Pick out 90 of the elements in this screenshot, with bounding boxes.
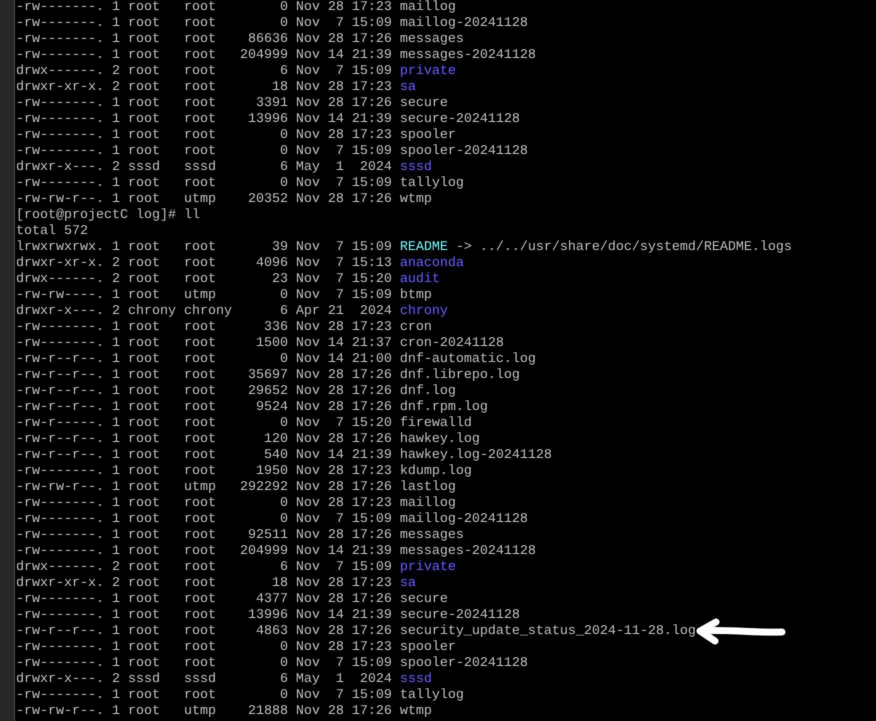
directory-name: audit: [400, 272, 440, 288]
file-metadata: -rw-r--r--. 1 root root 35697 Nov 28 17:26: [16, 368, 392, 384]
file-name: btmp: [400, 288, 432, 304]
file-metadata: -rw-------. 1 root root 336 Nov 28 17:23: [16, 320, 392, 336]
file-metadata: -rw-------. 1 root root 0 Nov 28 17:23: [16, 496, 392, 512]
directory-name: sa: [400, 576, 416, 592]
file-metadata: drwx------. 2 root root 23 Nov 7 15:20: [16, 272, 392, 288]
file-metadata: -rw-r-----. 1 root root 0 Nov 7 15:20: [16, 416, 392, 432]
file-name: hawkey.log: [400, 432, 480, 448]
file-metadata: -rw-------. 1 root root 3391 Nov 28 17:26: [16, 96, 392, 112]
file-name: secure: [400, 592, 448, 608]
file-metadata: -rw-------. 1 root root 204999 Nov 14 21:39: [16, 544, 392, 560]
file-name: maillog: [400, 0, 456, 16]
file-name: kdump.log: [400, 464, 472, 480]
file-metadata: drwx------. 2 root root 6 Nov 7 15:09: [16, 64, 392, 80]
file-metadata: -rw-r--r--. 1 root root 29652 Nov 28 17:26: [16, 384, 392, 400]
file-metadata: -rw-------. 1 root root 13996 Nov 14 21:39: [16, 112, 392, 128]
file-metadata: -rw-------. 1 root root 0 Nov 7 15:09: [16, 512, 392, 528]
file-metadata: -rw-------. 1 root root 4377 Nov 28 17:26: [16, 592, 392, 608]
directory-name: chrony: [400, 304, 448, 320]
file-name: cron-20241128: [400, 336, 504, 352]
file-name: security_update_status_2024-11-28.log: [400, 624, 696, 640]
directory-name: sa: [400, 80, 416, 96]
file-name: dnf.rpm.log: [400, 400, 488, 416]
file-metadata: -rw-rw----. 1 root utmp 0 Nov 7 15:09: [16, 288, 392, 304]
file-metadata: -rw-rw-r--. 1 root utmp 292292 Nov 28 17:26: [16, 480, 392, 496]
file-metadata: -rw-------. 1 root root 0 Nov 28 17:23: [16, 128, 392, 144]
file-metadata: -rw-------. 1 root root 0 Nov 7 15:09: [16, 688, 392, 704]
directory-name: sssd: [400, 160, 432, 176]
file-metadata: -rw-------. 1 root root 0 Nov 7 15:09: [16, 176, 392, 192]
file-name: spooler: [400, 640, 456, 656]
file-name: maillog-20241128: [400, 512, 528, 528]
file-metadata: drwxr-x---. 2 sssd sssd 6 May 1 2024: [16, 672, 392, 688]
directory-name: sssd: [400, 672, 432, 688]
command-text: ll: [184, 208, 200, 224]
file-metadata: -rw-r--r--. 1 root root 540 Nov 14 21:39: [16, 448, 392, 464]
file-name: secure-20241128: [400, 112, 520, 128]
shell-prompt: [root@projectC log]#: [16, 208, 176, 224]
file-name: firewalld: [400, 416, 472, 432]
file-metadata: -rw-rw-r--. 1 root utmp 20352 Nov 28 17:26: [16, 192, 392, 208]
file-name: dnf-automatic.log: [400, 352, 536, 368]
file-metadata: -rw-------. 1 root root 1500 Nov 14 21:37: [16, 336, 392, 352]
file-name: messages-20241128: [400, 48, 536, 64]
file-metadata: drwx------. 2 root root 6 Nov 7 15:09: [16, 560, 392, 576]
output-text: total 572: [16, 224, 88, 240]
file-metadata: drwxr-xr-x. 2 root root 18 Nov 28 17:23: [16, 576, 392, 592]
file-name: lastlog: [400, 480, 456, 496]
file-name: tallylog: [400, 688, 464, 704]
file-name: secure: [400, 96, 448, 112]
directory-name: private: [400, 64, 456, 80]
file-name: wtmp: [400, 704, 432, 720]
symlink-name: README: [400, 240, 448, 256]
file-metadata: -rw-------. 1 root root 0 Nov 7 15:09: [16, 656, 392, 672]
file-name: maillog-20241128: [400, 16, 528, 32]
file-metadata: drwxr-x---. 2 chrony chrony 6 Apr 21 2024: [16, 304, 392, 320]
file-name: spooler-20241128: [400, 144, 528, 160]
file-name: messages-20241128: [400, 544, 536, 560]
file-name: wtmp: [400, 192, 432, 208]
file-metadata: -rw-------. 1 root root 0 Nov 7 15:09: [16, 144, 392, 160]
file-metadata: -rw-r--r--. 1 root root 0 Nov 14 21:00: [16, 352, 392, 368]
file-metadata: -rw-r--r--. 1 root root 120 Nov 28 17:26: [16, 432, 392, 448]
file-metadata: -rw-r--r--. 1 root root 4863 Nov 28 17:26: [16, 624, 392, 640]
file-metadata: -rw-------. 1 root root 0 Nov 7 15:09: [16, 16, 392, 32]
file-metadata: drwxr-xr-x. 2 root root 4096 Nov 7 15:13: [16, 256, 392, 272]
file-metadata: -rw-------. 1 root root 0 Nov 28 17:23: [16, 640, 392, 656]
file-name: messages: [400, 528, 464, 544]
file-name: spooler: [400, 128, 456, 144]
file-metadata: -rw-rw-r--. 1 root utmp 21888 Nov 28 17:26: [16, 704, 392, 720]
file-name: maillog: [400, 496, 456, 512]
file-metadata: lrwxrwxrwx. 1 root root 39 Nov 7 15:09: [16, 240, 392, 256]
file-metadata: -rw-------. 1 root root 13996 Nov 14 21:39: [16, 608, 392, 624]
file-name: secure-20241128: [400, 608, 520, 624]
directory-name: private: [400, 560, 456, 576]
file-metadata: drwxr-x---. 2 sssd sssd 6 May 1 2024: [16, 160, 392, 176]
file-metadata: -rw-------. 1 root root 204999 Nov 14 21:39: [16, 48, 392, 64]
file-name: messages: [400, 32, 464, 48]
directory-name: anaconda: [400, 256, 464, 272]
file-name: tallylog: [400, 176, 464, 192]
file-name: hawkey.log-20241128: [400, 448, 552, 464]
file-name: spooler-20241128: [400, 656, 528, 672]
file-metadata: -rw-------. 1 root root 0 Nov 28 17:23: [16, 0, 392, 16]
file-metadata: -rw-r--r--. 1 root root 9524 Nov 28 17:26: [16, 400, 392, 416]
symlink-target: -> ../../usr/share/doc/systemd/README.logs: [456, 240, 792, 256]
file-metadata: -rw-------. 1 root root 1950 Nov 28 17:23: [16, 464, 392, 480]
file-metadata: -rw-------. 1 root root 92511 Nov 28 17:26: [16, 528, 392, 544]
file-name: cron: [400, 320, 432, 336]
file-metadata: drwxr-xr-x. 2 root root 18 Nov 28 17:23: [16, 80, 392, 96]
file-name: dnf.log: [400, 384, 456, 400]
file-name: dnf.librepo.log: [400, 368, 520, 384]
file-metadata: -rw-------. 1 root root 86636 Nov 28 17:26: [16, 32, 392, 48]
